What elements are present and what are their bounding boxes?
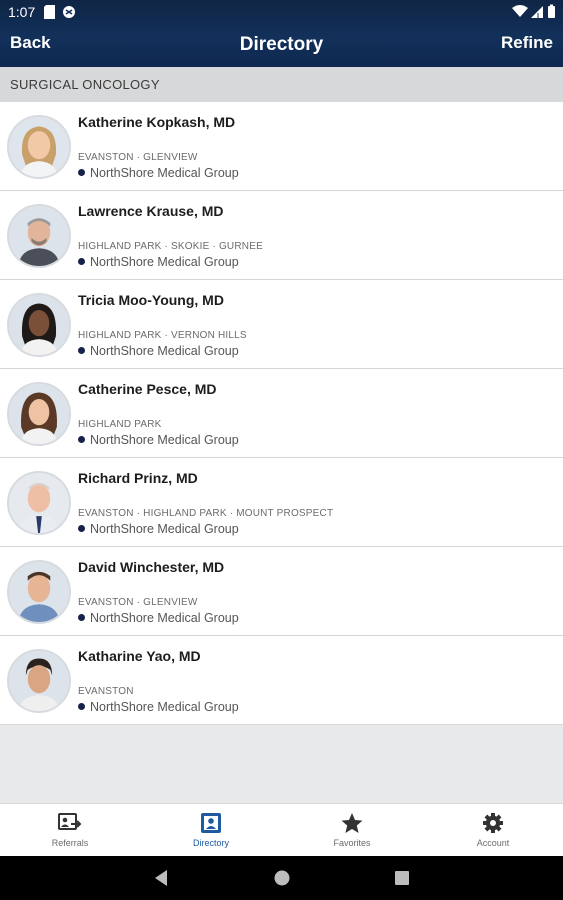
tab-label: Account (476, 838, 510, 848)
doctor-group: NorthShore Medical Group (78, 700, 239, 714)
doctor-row[interactable]: Richard Prinz, MD EVANSTON · HIGHLAND PA… (0, 458, 563, 547)
status-icons (511, 4, 557, 20)
doctor-group-label: NorthShore Medical Group (90, 344, 239, 358)
group-dot-icon (78, 436, 85, 443)
star-icon (340, 812, 364, 834)
doctor-locations: EVANSTON · GLENVIEW (78, 597, 198, 608)
doctor-locations: HIGHLAND PARK · SKOKIE · GURNEE (78, 241, 263, 252)
recents-square-icon[interactable] (394, 869, 410, 892)
doctor-row[interactable]: Catherine Pesce, MD HIGHLAND PARK NorthS… (0, 369, 563, 458)
group-dot-icon (78, 169, 85, 176)
doctor-row[interactable]: Katharine Yao, MD EVANSTON NorthShore Me… (0, 636, 563, 725)
doctor-group-label: NorthShore Medical Group (90, 611, 239, 625)
doctor-group: NorthShore Medical Group (78, 255, 239, 269)
avatar (7, 471, 71, 535)
avatar (7, 293, 71, 357)
doctor-group-label: NorthShore Medical Group (90, 433, 239, 447)
doctor-row[interactable]: Katherine Kopkash, MD EVANSTON · GLENVIE… (0, 102, 563, 191)
doctor-locations: HIGHLAND PARK (78, 419, 162, 430)
tab-referrals[interactable]: Referrals (0, 804, 140, 857)
doctor-locations: EVANSTON (78, 686, 134, 697)
bottom-tab-bar: Referrals Directory Favorites Account (0, 803, 563, 856)
tab-favorites[interactable]: Favorites (282, 804, 422, 857)
tab-directory[interactable]: Directory (141, 804, 281, 857)
group-dot-icon (78, 347, 85, 354)
sim-card-icon (44, 5, 55, 24)
doctor-name: Katharine Yao, MD (78, 648, 201, 664)
tab-account[interactable]: Account (423, 804, 563, 857)
avatar (7, 649, 71, 713)
doctor-name: Lawrence Krause, MD (78, 203, 224, 219)
system-nav-bar (0, 856, 563, 900)
doctor-group: NorthShore Medical Group (78, 611, 239, 625)
doctor-locations: EVANSTON · HIGHLAND PARK · MOUNT PROSPEC… (78, 508, 334, 519)
doctor-row[interactable]: David Winchester, MD EVANSTON · GLENVIEW… (0, 547, 563, 636)
avatar (7, 382, 71, 446)
group-dot-icon (78, 258, 85, 265)
section-header: SURGICAL ONCOLOGY (0, 67, 563, 102)
status-time: 1:07 (8, 4, 36, 20)
back-triangle-icon[interactable] (153, 869, 169, 892)
doctor-group-label: NorthShore Medical Group (90, 255, 239, 269)
avatar (7, 560, 71, 624)
doctor-row[interactable]: Tricia Moo-Young, MD HIGHLAND PARK · VER… (0, 280, 563, 369)
directory-icon (199, 812, 223, 834)
doctor-group-label: NorthShore Medical Group (90, 166, 239, 180)
doctor-name: Katherine Kopkash, MD (78, 114, 236, 130)
doctor-locations: HIGHLAND PARK · VERNON HILLS (78, 330, 247, 341)
doctor-locations: EVANSTON · GLENVIEW (78, 152, 198, 163)
doctor-name: David Winchester, MD (78, 559, 225, 575)
data-saver-icon (62, 5, 76, 24)
battery-icon (548, 4, 555, 18)
doctor-group: NorthShore Medical Group (78, 433, 239, 447)
doctor-group-label: NorthShore Medical Group (90, 522, 239, 536)
group-dot-icon (78, 703, 85, 710)
doctor-group: NorthShore Medical Group (78, 522, 239, 536)
avatar (7, 204, 71, 268)
doctor-name: Catherine Pesce, MD (78, 381, 217, 397)
avatar (7, 115, 71, 179)
doctor-group: NorthShore Medical Group (78, 166, 239, 180)
gear-icon (481, 812, 505, 834)
screen: 1:07 Back Directory Refine SURGICAL ONCO… (0, 0, 563, 900)
app-header: 1:07 Back Directory Refine (0, 0, 563, 67)
tab-label: Referrals (51, 838, 89, 848)
doctor-name: Tricia Moo-Young, MD (78, 292, 224, 308)
page-title: Directory (239, 34, 324, 55)
refine-button[interactable]: Refine (501, 33, 553, 53)
doctor-group-label: NorthShore Medical Group (90, 700, 239, 714)
referrals-icon (58, 812, 82, 834)
home-circle-icon[interactable] (273, 869, 291, 892)
section-title: SURGICAL ONCOLOGY (10, 77, 160, 92)
group-dot-icon (78, 614, 85, 621)
doctor-list: Katherine Kopkash, MD EVANSTON · GLENVIE… (0, 102, 563, 725)
doctor-name: Richard Prinz, MD (78, 470, 198, 486)
tab-label: Directory (192, 838, 229, 848)
signal-icon (531, 6, 543, 18)
group-dot-icon (78, 525, 85, 532)
doctor-row[interactable]: Lawrence Krause, MD HIGHLAND PARK · SKOK… (0, 191, 563, 280)
status-bar: 1:07 (0, 0, 563, 24)
wifi-icon (512, 5, 528, 17)
tab-label: Favorites (333, 838, 371, 848)
doctor-group: NorthShore Medical Group (78, 344, 239, 358)
